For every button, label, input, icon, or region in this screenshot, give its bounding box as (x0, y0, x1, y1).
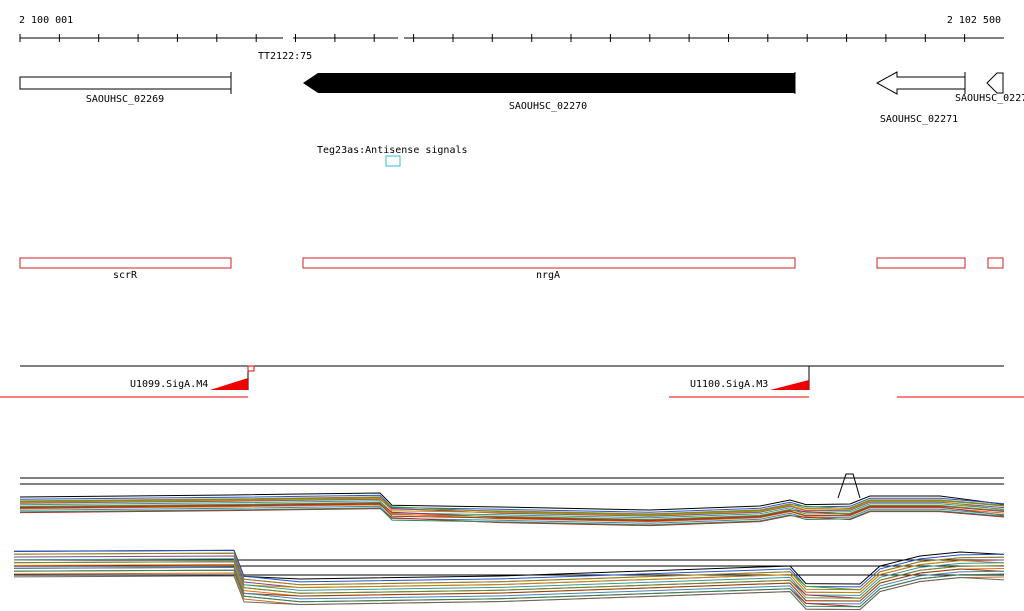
antisense-feature[interactable] (385, 155, 401, 167)
operon-track: scrR nrgA (19, 257, 1004, 281)
gene-feature-saouhsc-02270[interactable] (303, 73, 795, 93)
ruler-start-label: 2 100 001 (19, 15, 73, 26)
expression-track-lower (13, 549, 1005, 611)
operon-feature[interactable] (876, 257, 966, 269)
operon-feature-scrr[interactable] (19, 257, 232, 269)
terminator-label: TT2122:75 (258, 51, 312, 62)
antisense-label: Teg23as:Antisense signals (317, 145, 468, 156)
gene-feature-saouhsc-02271[interactable] (875, 71, 966, 95)
genome-browser-view: 2 100 001 2 102 500 TT2122:75 SAOUHSC_02… (0, 15, 1024, 611)
ruler-gap-marker (398, 30, 404, 42)
promoter-track: U1099.SigA.M4 U1100.SigA.M3 (0, 365, 1024, 398)
operon-label: nrgA (536, 270, 560, 281)
operon-feature[interactable] (987, 257, 1004, 269)
ruler-end-label: 2 102 500 (947, 15, 1001, 26)
gene-label: SAOUHSC_02270 (509, 101, 587, 112)
operon-feature-nrga[interactable] (302, 257, 796, 269)
gene-track: SAOUHSC_02269 SAOUHSC_02270 SAOUHSC_0227… (19, 71, 1024, 125)
coordinate-ruler: 2 100 001 2 102 500 TT2122:75 (19, 15, 1004, 62)
gene-label: SAOUHSC_02271 (880, 114, 958, 125)
operon-label: scrR (113, 270, 138, 281)
promoter-label: U1100.SigA.M3 (690, 379, 768, 390)
promoter-start-marker (247, 365, 255, 372)
gene-feature-saouhsc-0227x[interactable] (986, 72, 1004, 94)
terminator-marker[interactable] (283, 30, 293, 46)
gene-label: SAOUHSC_02269 (86, 94, 164, 105)
promoter-signal-triangle[interactable] (210, 378, 248, 390)
antisense-track: Teg23as:Antisense signals (317, 145, 468, 167)
gene-label: SAOUHSC_0227 (955, 93, 1024, 104)
promoter-label: U1099.SigA.M4 (130, 379, 208, 390)
gene-feature-saouhsc-02269[interactable] (19, 76, 232, 90)
expression-track-upper (19, 473, 1005, 527)
promoter-signal-triangle[interactable] (770, 380, 809, 390)
